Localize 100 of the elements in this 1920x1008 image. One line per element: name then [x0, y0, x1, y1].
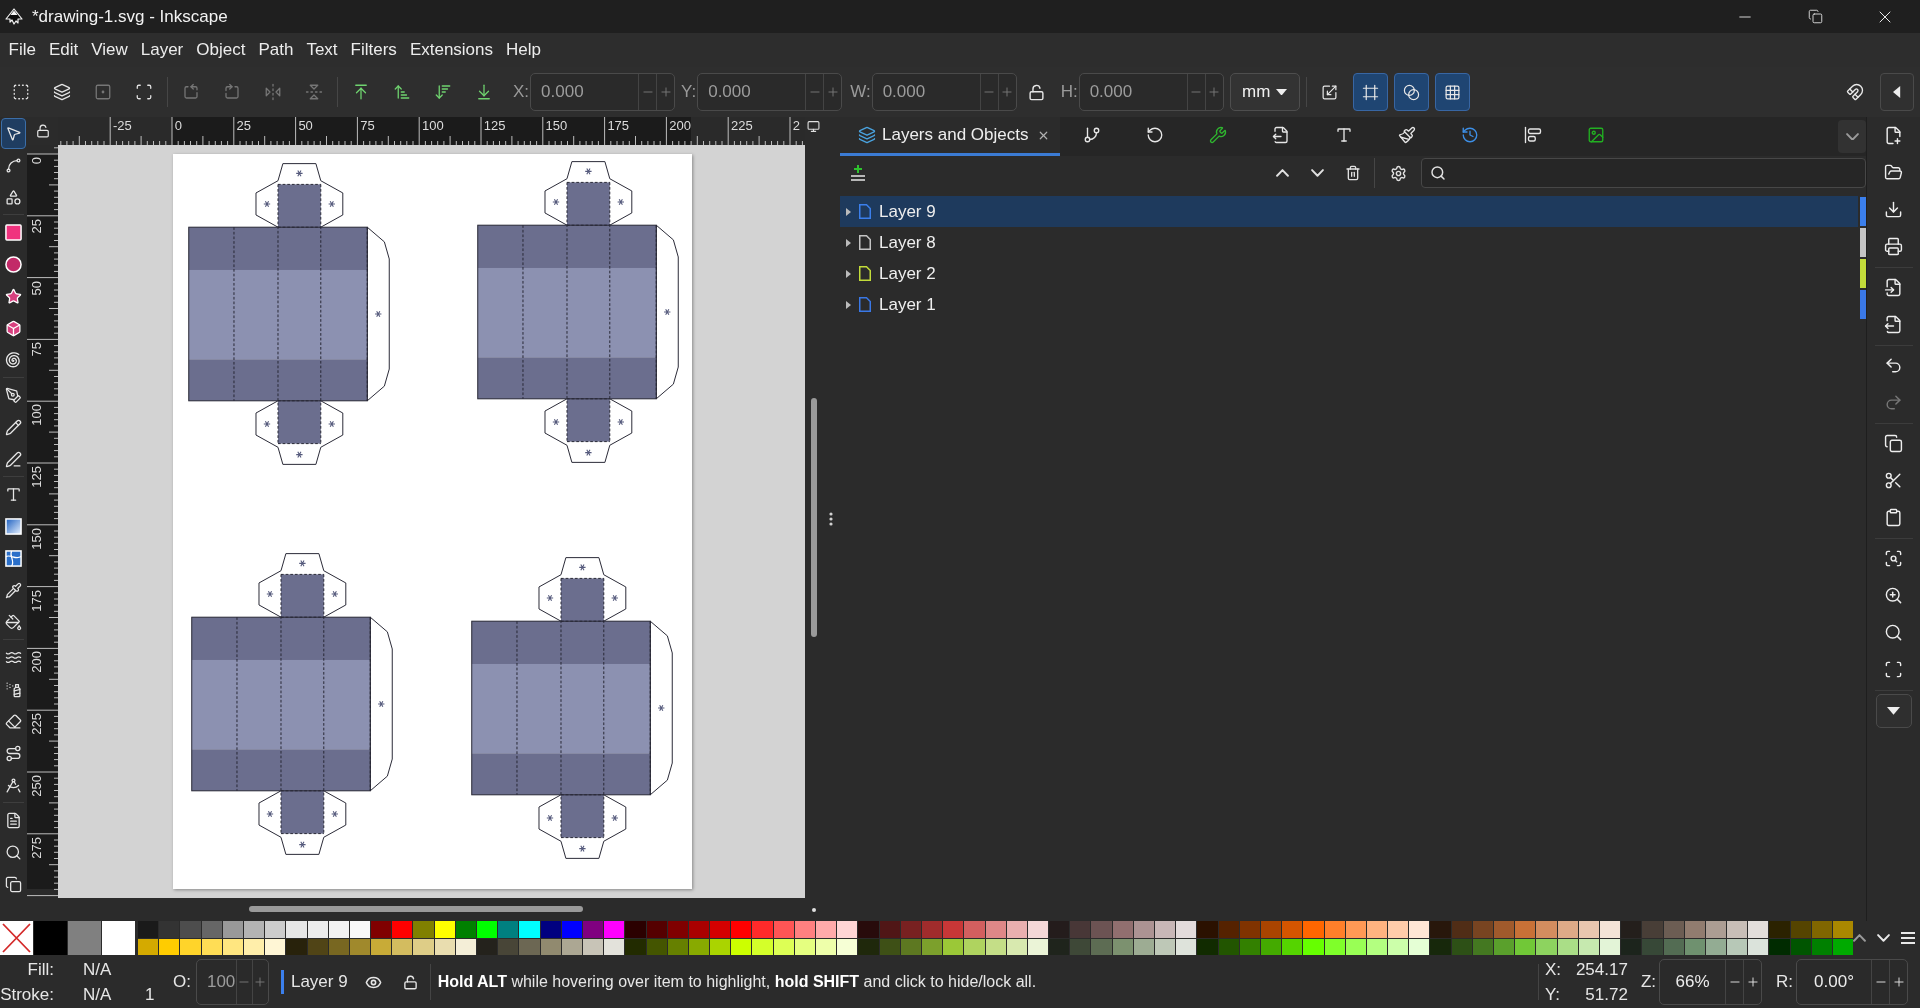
color-swatch[interactable] [1811, 921, 1832, 938]
color-swatch[interactable] [1705, 921, 1727, 938]
color-swatch[interactable] [1176, 921, 1197, 938]
color-swatch[interactable] [1260, 921, 1282, 938]
color-swatch[interactable] [646, 921, 667, 938]
color-swatch[interactable] [582, 921, 604, 938]
color-swatch[interactable] [943, 938, 964, 955]
color-swatch[interactable] [307, 921, 328, 938]
color-swatch[interactable] [1282, 921, 1303, 938]
menu-icon[interactable] [1901, 932, 1916, 944]
stroke-width[interactable]: 1 [145, 984, 155, 1005]
no-paint-swatch[interactable] [0, 921, 33, 955]
color-swatch[interactable] [752, 921, 773, 938]
arrow-down-lines-icon[interactable] [433, 83, 452, 101]
color-swatch[interactable] [1070, 938, 1091, 955]
color-swatch[interactable] [1027, 938, 1049, 955]
color-swatch[interactable] [1027, 921, 1049, 938]
color-swatch[interactable] [1727, 938, 1748, 955]
color-swatch[interactable] [1112, 921, 1133, 938]
color-swatch[interactable] [1684, 938, 1705, 955]
color-swatch[interactable] [34, 921, 67, 955]
color-swatch[interactable] [1218, 921, 1239, 938]
layer-row[interactable]: Layer 1 [840, 289, 1858, 320]
plus-stack-icon[interactable] [850, 165, 866, 181]
color-swatch[interactable] [1790, 938, 1811, 955]
color-swatch[interactable] [943, 921, 964, 938]
frame-corners-icon[interactable] [1884, 660, 1903, 679]
color-swatch[interactable] [1006, 938, 1027, 955]
color-swatch[interactable] [794, 921, 815, 938]
menu-item[interactable]: Edit [42, 36, 85, 64]
color-swatch[interactable] [1303, 921, 1324, 938]
clipboard-icon[interactable] [1884, 508, 1903, 527]
color-swatch[interactable] [1388, 921, 1409, 938]
plus-icon[interactable] [1745, 975, 1760, 989]
color-swatch[interactable] [1155, 921, 1176, 938]
color-swatch[interactable] [1197, 938, 1218, 955]
color-swatch[interactable] [1324, 938, 1345, 955]
color-swatch[interactable] [201, 921, 222, 938]
color-swatch[interactable] [1049, 938, 1070, 955]
menu-item[interactable]: Help [499, 36, 548, 64]
menu-item[interactable]: File [2, 36, 43, 64]
magnifier-icon[interactable] [1884, 623, 1903, 642]
color-swatch[interactable] [392, 938, 413, 955]
color-swatch[interactable] [1599, 938, 1621, 955]
color-swatch[interactable] [1833, 921, 1854, 938]
color-swatch[interactable] [1451, 921, 1472, 938]
collapse-button[interactable] [1880, 73, 1914, 111]
color-swatch[interactable] [243, 938, 265, 955]
color-swatch[interactable] [1621, 921, 1642, 938]
color-swatch[interactable] [1239, 921, 1260, 938]
color-swatch[interactable] [604, 921, 625, 938]
color-swatch[interactable] [1472, 938, 1493, 955]
color-swatch[interactable] [816, 938, 837, 955]
tabs-dropdown-button[interactable] [1838, 120, 1866, 153]
color-swatch[interactable] [1091, 938, 1112, 955]
color-swatch[interactable] [1303, 938, 1324, 955]
color-swatch[interactable] [498, 938, 519, 955]
menu-item[interactable]: Layer [134, 36, 190, 64]
menu-item[interactable]: Extensions [403, 36, 500, 64]
unit-dropdown[interactable]: mm [1229, 73, 1300, 111]
color-swatch[interactable] [413, 921, 434, 938]
current-layer[interactable]: Layer 9 [290, 972, 348, 992]
color-swatch[interactable] [1536, 938, 1557, 955]
zoom-in-icon[interactable] [1884, 586, 1903, 605]
color-swatch[interactable] [1430, 921, 1451, 938]
color-swatch[interactable] [667, 921, 688, 938]
color-swatch[interactable] [1324, 921, 1345, 938]
printer-icon[interactable] [1884, 237, 1903, 256]
color-swatch[interactable] [731, 938, 752, 955]
color-swatch[interactable] [1515, 921, 1536, 938]
color-swatch[interactable] [286, 921, 307, 938]
color-swatch[interactable] [858, 938, 879, 955]
color-swatch[interactable] [540, 921, 561, 938]
tool-button[interactable] [1, 117, 26, 149]
color-swatch[interactable] [307, 938, 328, 955]
menu-item[interactable]: Object [189, 36, 252, 64]
color-swatch[interactable] [1536, 921, 1557, 938]
color-swatch[interactable] [180, 921, 201, 938]
color-swatch[interactable] [858, 921, 879, 938]
undo-icon[interactable] [1884, 356, 1903, 375]
color-swatch[interactable] [159, 938, 180, 955]
color-swatch[interactable] [1451, 938, 1472, 955]
color-swatch[interactable] [455, 921, 476, 938]
scrollbar-thumb[interactable] [249, 906, 583, 912]
color-swatch[interactable] [1345, 921, 1366, 938]
caret-right-icon[interactable] [845, 300, 851, 309]
color-swatch[interactable] [1748, 938, 1769, 955]
color-swatch[interactable] [1006, 921, 1027, 938]
color-swatch[interactable] [222, 938, 243, 955]
color-swatch[interactable] [1621, 938, 1642, 955]
color-swatch[interactable] [1388, 938, 1409, 955]
scale-toggle[interactable] [1393, 73, 1429, 111]
color-swatch[interactable] [68, 921, 101, 955]
color-swatch[interactable] [371, 921, 392, 938]
color-swatch[interactable] [1345, 938, 1366, 955]
menu-item[interactable]: Text [299, 36, 345, 64]
color-swatch[interactable] [1557, 938, 1578, 955]
scissors-icon[interactable] [1884, 471, 1903, 490]
scrollbar-thumb[interactable] [811, 398, 817, 637]
color-swatch[interactable] [1472, 921, 1493, 938]
